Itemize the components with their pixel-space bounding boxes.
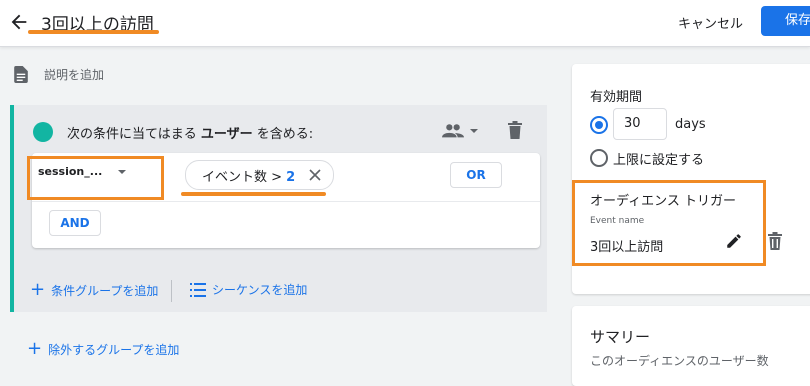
add-exclude-group-label: 除外するグループを追加 xyxy=(48,342,180,357)
max-limit-radio[interactable] xyxy=(590,149,608,167)
people-icon xyxy=(442,124,464,138)
event-count-chip[interactable]: イベント数 > 2 xyxy=(185,160,335,190)
scope-dropdown-highlight-box xyxy=(27,156,164,200)
back-arrow-icon[interactable] xyxy=(8,11,30,33)
days-radio[interactable] xyxy=(590,116,608,134)
summary-card: サマリー このオーディエンスのユーザー数 xyxy=(572,306,810,386)
condition-group-panel: 次の条件に当てはまる ユーザー を含める: session_... イベント数 … xyxy=(10,105,547,312)
add-description-label: 説明を追加 xyxy=(44,68,105,82)
and-button[interactable]: AND xyxy=(49,210,101,236)
action-separator xyxy=(171,280,172,302)
chip-highlight-underline xyxy=(181,192,326,196)
top-bar: 3回以上の訪問 キャンセル 保存 xyxy=(0,0,810,47)
add-sequence-button[interactable]: シーケンスを追加 xyxy=(190,281,307,298)
days-input[interactable]: 30 xyxy=(613,108,667,140)
trigger-highlight-box xyxy=(572,180,766,266)
title-highlight-underline xyxy=(28,30,159,34)
chip-text: イベント数 > 2 xyxy=(202,166,295,185)
condition-prefix: 次の条件に当てはまる xyxy=(67,127,197,142)
max-limit-label: 上限に設定する xyxy=(613,153,705,168)
close-icon[interactable] xyxy=(309,169,321,181)
summary-description: このオーディエンスのユーザー数 xyxy=(590,354,769,368)
add-condition-group-button[interactable]: + 条件グループを追加 xyxy=(30,281,158,299)
plus-icon: + xyxy=(27,338,43,359)
add-sequence-label: シーケンスを追加 xyxy=(212,283,308,297)
days-unit-label: days xyxy=(675,117,706,132)
condition-suffix: を含める: xyxy=(256,127,314,142)
add-condition-group-label: 条件グループを追加 xyxy=(51,283,159,298)
sequence-list-icon xyxy=(190,282,206,297)
membership-duration-label: 有効期間 xyxy=(590,90,643,105)
scope-people-dropdown[interactable] xyxy=(442,123,478,139)
add-description-row[interactable]: 説明を追加 xyxy=(14,66,104,83)
save-button[interactable]: 保存 xyxy=(761,6,810,36)
card-divider xyxy=(32,201,540,202)
chevron-down-icon xyxy=(470,129,478,133)
cancel-button[interactable]: キャンセル xyxy=(678,13,743,32)
summary-title: サマリー xyxy=(590,328,651,346)
add-exclude-group-button[interactable]: + 除外するグループを追加 xyxy=(27,340,179,358)
delete-trigger-icon[interactable] xyxy=(767,232,783,250)
or-button[interactable]: OR xyxy=(450,162,502,188)
delete-group-icon[interactable] xyxy=(507,121,523,139)
chip-value: 2 xyxy=(286,169,296,185)
plus-icon: + xyxy=(30,279,46,300)
condition-group-heading: 次の条件に当てはまる ユーザー を含める: xyxy=(67,123,313,142)
group-indicator-dot xyxy=(33,122,53,142)
condition-scope-users: ユーザー xyxy=(200,127,253,142)
document-icon xyxy=(14,66,28,83)
chip-label: イベント数 > xyxy=(202,169,283,185)
